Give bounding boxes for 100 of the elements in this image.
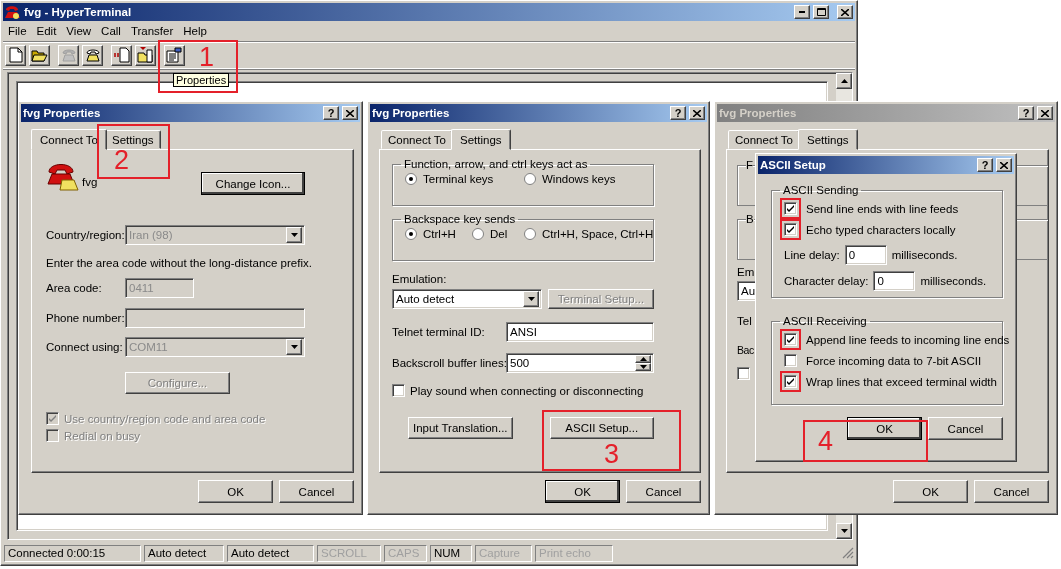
input-field[interactable]: ANSI <box>506 322 654 342</box>
menu-item[interactable]: File <box>3 25 32 37</box>
toolbar-button[interactable] <box>82 44 103 66</box>
folder-icon <box>31 48 48 62</box>
checkbox[interactable] <box>392 384 405 397</box>
menu-item[interactable]: Transfer <box>125 25 179 37</box>
toolbar-button[interactable] <box>135 44 156 66</box>
window-title: fvg - HyperTerminal <box>24 6 133 18</box>
tab[interactable]: Settings <box>450 129 511 150</box>
checkbox-label: Append line feeds to incoming line ends <box>806 333 1010 346</box>
maximize-button[interactable] <box>813 5 829 19</box>
tab[interactable]: Connect To <box>381 130 453 149</box>
close-button[interactable] <box>1037 106 1053 120</box>
ok-button[interactable]: OK <box>545 480 620 503</box>
field-label: Tel <box>737 315 752 327</box>
connection-name: fvg <box>82 175 98 188</box>
radio-button[interactable] <box>405 173 417 185</box>
menu-item[interactable]: View <box>61 25 97 37</box>
checkbox-label: Use country/region code and area code <box>64 412 266 425</box>
tab[interactable]: Settings <box>797 129 858 150</box>
up-arrow-icon <box>639 357 647 361</box>
ok-button[interactable]: OK <box>847 417 922 440</box>
status-pane: Auto detect <box>144 544 224 562</box>
cancel-button[interactable]: Cancel <box>279 480 354 503</box>
dropdown[interactable]: Auto detect <box>392 289 542 309</box>
input-field[interactable]: 0 <box>873 271 916 291</box>
radio-button[interactable] <box>524 173 536 185</box>
field-label: Emulation: <box>392 273 447 285</box>
group-title: Backspace key sends <box>403 213 517 225</box>
down-arrow-icon <box>290 233 298 237</box>
ok-button[interactable]: OK <box>893 480 968 503</box>
change-icon-button[interactable]: Change Icon... <box>201 172 305 195</box>
dialog-title: ASCII Setup <box>760 159 827 171</box>
cancel-button[interactable]: Cancel <box>974 480 1049 503</box>
tab[interactable]: Settings <box>104 130 161 149</box>
toolbar-button[interactable] <box>29 44 50 66</box>
dialog-title: fvg Properties <box>372 107 451 119</box>
menu-item[interactable]: Call <box>96 25 126 37</box>
down-arrow-icon <box>840 529 848 533</box>
dialog-title: fvg Properties <box>23 107 102 119</box>
status-pane: Connected 0:00:15 <box>4 544 141 562</box>
instruction-text: Enter the area code without the long-distance prefix. <box>46 257 312 269</box>
field-label: Bac <box>737 344 754 356</box>
ascii-setup-button[interactable]: ASCII Setup... <box>549 417 654 439</box>
menu-item[interactable]: Help <box>178 25 212 37</box>
field-label: Telnet terminal ID: <box>392 326 486 338</box>
radio-label: Windows keys <box>542 173 616 185</box>
field-label: Phone number: <box>46 312 125 324</box>
checkbox-label: Force incoming data to 7-bit ASCII <box>806 354 982 367</box>
toolbar-button[interactable] <box>5 44 26 66</box>
page-arrow-icon <box>113 47 130 63</box>
unit-label: milliseconds. <box>920 275 987 287</box>
help-button[interactable]: ? <box>977 158 993 172</box>
field-label: Backscroll buffer lines: <box>392 357 506 369</box>
group-title: Function, arrow, and ctrl keys act as <box>403 158 589 170</box>
check-icon <box>786 204 795 213</box>
input-field[interactable]: 0 <box>844 245 887 265</box>
help-button[interactable]: ? <box>1018 106 1034 120</box>
close-button[interactable] <box>342 106 358 120</box>
cancel-button[interactable]: Cancel <box>928 417 1003 440</box>
field-label: Character delay: <box>784 275 869 287</box>
checkbox[interactable] <box>784 354 797 367</box>
radio-button[interactable] <box>472 228 484 240</box>
help-button[interactable]: ? <box>323 106 339 120</box>
close-button[interactable] <box>837 5 853 19</box>
checkbox[interactable] <box>737 367 750 380</box>
group-title: F <box>746 159 754 171</box>
close-button[interactable] <box>689 106 705 120</box>
minimize-button[interactable] <box>794 5 810 19</box>
close-button[interactable] <box>996 158 1012 172</box>
help-button[interactable]: ? <box>670 106 686 120</box>
scroll-down-button[interactable] <box>836 523 852 539</box>
radio-label: Terminal keys <box>423 173 494 185</box>
input-translation-button[interactable]: Input Translation... <box>408 417 513 439</box>
resize-grip-icon[interactable] <box>842 547 854 559</box>
radio-button[interactable] <box>524 228 536 240</box>
folder-arrow-icon <box>137 47 154 63</box>
close-icon <box>841 8 849 16</box>
ok-button[interactable]: OK <box>198 480 273 503</box>
close-icon <box>1041 109 1049 117</box>
spin-field[interactable]: 500 <box>506 353 654 373</box>
toolbar-button[interactable] <box>111 44 132 66</box>
radio-label: Ctrl+H <box>423 228 456 240</box>
check-icon <box>786 225 795 234</box>
group-title: ASCII Sending <box>782 184 860 196</box>
close-icon <box>693 109 701 117</box>
telephone-icon <box>5 5 21 19</box>
properties-icon <box>166 47 183 63</box>
menu-item[interactable]: Edit <box>31 25 62 37</box>
group-title: B <box>746 213 754 225</box>
scroll-up-button[interactable] <box>836 73 852 89</box>
status-pane: NUM <box>430 544 472 562</box>
tab[interactable]: Connect To <box>31 129 107 150</box>
down-arrow-icon <box>639 365 647 369</box>
tab[interactable]: Connect To <box>728 130 800 149</box>
cancel-button[interactable]: Cancel <box>626 480 701 503</box>
page-icon <box>8 47 23 63</box>
toolbar-button[interactable] <box>164 44 185 66</box>
radio-button[interactable] <box>405 228 417 240</box>
field-label: Connect using: <box>46 341 124 353</box>
